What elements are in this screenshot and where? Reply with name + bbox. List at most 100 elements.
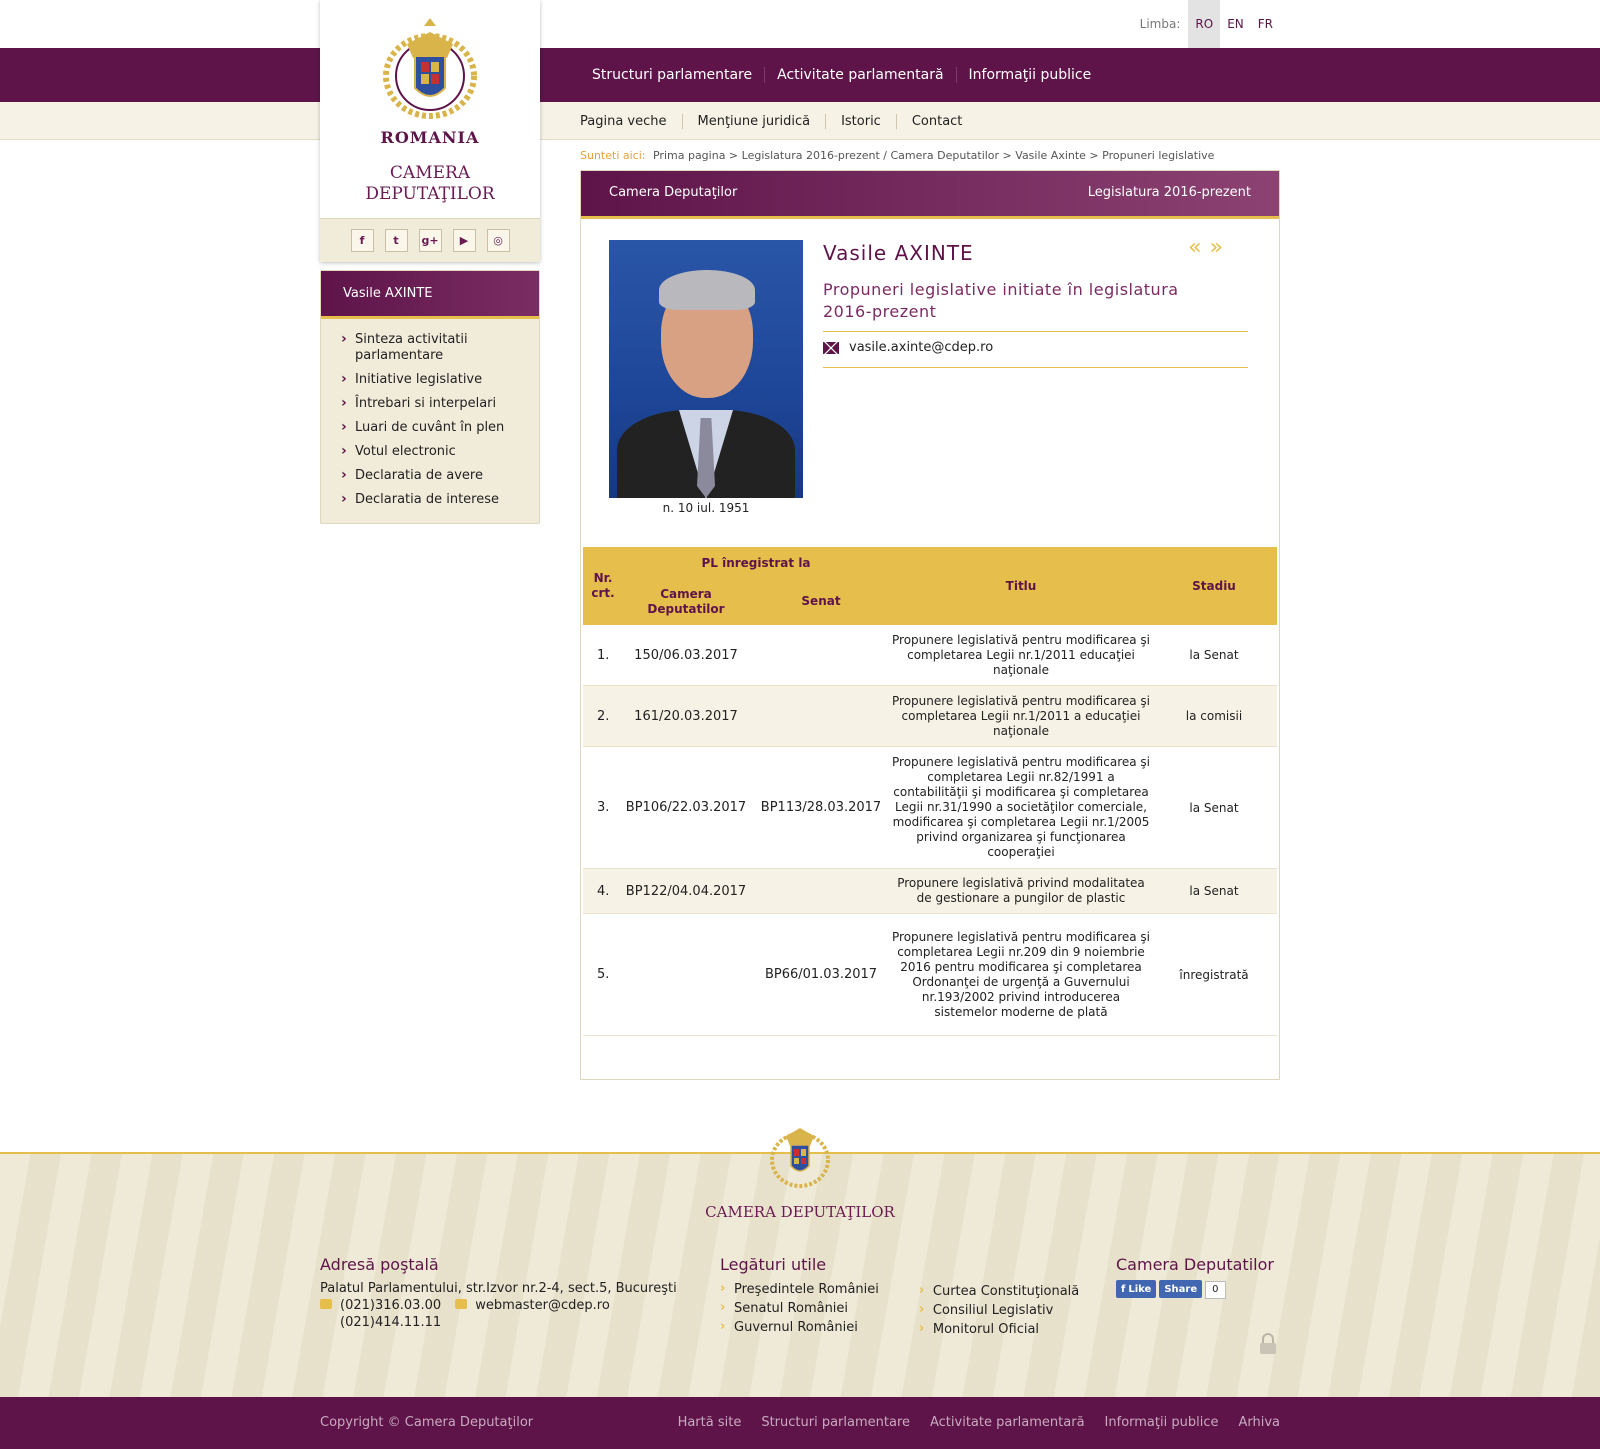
language-ro[interactable]: RO [1188, 0, 1221, 48]
cell-senat[interactable] [751, 686, 891, 746]
instagram-icon[interactable]: ◎ [486, 229, 510, 252]
footer-link-presedintele[interactable]: Preşedintele României [720, 1279, 879, 1299]
phone-icon [320, 1299, 332, 1309]
table-row: 2. 161/20.03.2017 Propunere legislativă … [583, 686, 1277, 747]
table-row: 3. BP106/22.03.2017 BP113/28.03.2017 Pro… [583, 747, 1277, 869]
cell-camera[interactable]: BP122/04.04.2017 [621, 869, 751, 913]
cell-nr: 4. [597, 883, 610, 899]
header-titlu: Titlu [1005, 579, 1037, 593]
birth-date: n. 10 iul. 1951 [662, 501, 750, 515]
divider [823, 367, 1248, 368]
deputy-photo [609, 240, 803, 498]
sidebar-item-declaratia-avere[interactable]: Declaratia de avere [341, 467, 519, 484]
language-bar: Limba: RO EN FR [0, 0, 1600, 48]
logo-box[interactable]: ROMANIA CAMERA DEPUTAŢILOR f t g+ ▶ ◎ [320, 0, 540, 262]
deputy-name: Vasile AXINTE [823, 241, 974, 265]
coat-of-arms-icon [383, 18, 477, 119]
cell-stadiu: la Senat [1189, 648, 1239, 662]
language-en[interactable]: EN [1220, 0, 1251, 48]
footer-social-title: Camera Deputatilor [1116, 1255, 1274, 1274]
facebook-like-count: 0 [1205, 1280, 1226, 1299]
cell-camera[interactable]: 150/06.03.2017 [621, 625, 751, 685]
cell-camera[interactable]: BP106/22.03.2017 [621, 747, 751, 868]
content-panel: Camera Deputaţilor Legislatura 2016-prez… [580, 170, 1280, 1080]
deputy-sidebar-menu: Vasile AXINTE Sinteza activitatii parlam… [320, 270, 540, 524]
footer-link-guvernul[interactable]: Guvernul României [720, 1317, 879, 1337]
footer-webmaster-email[interactable]: webmaster@cdep.ro [475, 1298, 610, 1313]
bottom-link-structuri[interactable]: Structuri parlamentare [761, 1415, 910, 1430]
twitter-icon[interactable]: t [384, 229, 408, 252]
nav-activitate-parlamentara[interactable]: Activitate parlamentară [764, 67, 955, 83]
youtube-icon[interactable]: ▶ [452, 229, 476, 252]
language-label: Limba: [1139, 17, 1181, 31]
subnav-contact[interactable]: Contact [895, 113, 978, 129]
email-address[interactable]: vasile.axinte@cdep.ro [849, 340, 993, 355]
footer-institution: CAMERA DEPUTAŢILOR [705, 1203, 895, 1221]
cell-senat[interactable]: BP113/28.03.2017 [751, 747, 891, 868]
sidebar-title: Vasile AXINTE [321, 271, 539, 319]
breadcrumb-label: Sunteti aici: [580, 149, 646, 162]
subnav-pagina-veche[interactable]: Pagina veche [580, 114, 682, 129]
header-nr: Nr. crt. [591, 571, 615, 600]
cell-senat[interactable] [751, 625, 891, 685]
lock-icon[interactable] [1259, 1333, 1277, 1355]
previous-arrow-icon[interactable]: « [1188, 235, 1209, 260]
sidebar-item-sinteza[interactable]: Sinteza activitatii parlamentare [341, 331, 519, 364]
bottom-link-arhiva[interactable]: Arhiva [1238, 1415, 1280, 1430]
panel-header: Camera Deputaţilor Legislatura 2016-prez… [581, 171, 1279, 219]
sidebar-item-initiative[interactable]: Initiative legislative [341, 371, 519, 388]
cell-titlu[interactable]: Propunere legislativă pentru modificarea… [891, 686, 1151, 746]
copyright: Copyright © Camera Deputaţilor [320, 1415, 534, 1430]
footer-useful-links: Legături utile Preşedintele României Sen… [720, 1255, 1079, 1339]
footer-coat-of-arms-icon [770, 1128, 830, 1188]
cell-titlu[interactable]: Propunere legislativă pentru modificarea… [891, 625, 1151, 685]
footer-link-senatul[interactable]: Senatul României [720, 1298, 879, 1318]
logo-institution-line2: DEPUTAŢILOR [365, 184, 495, 204]
subnav-mentiune-juridica[interactable]: Menţiune juridică [681, 113, 826, 129]
header-senat: Senat [801, 594, 841, 608]
facebook-icon[interactable]: f [350, 229, 374, 252]
cell-camera[interactable]: 161/20.03.2017 [621, 686, 751, 746]
cell-titlu[interactable]: Propunere legislativă pentru modificarea… [891, 747, 1151, 868]
facebook-icon: f [1121, 1283, 1126, 1295]
google-plus-icon[interactable]: g+ [418, 229, 442, 252]
language-fr[interactable]: FR [1251, 0, 1280, 48]
footer-links-title: Legături utile [720, 1255, 827, 1274]
table-row: 5. BP66/01.03.2017 Propunere legislativă… [583, 914, 1277, 1036]
header-pl-group: PL înregistrat la [701, 556, 811, 570]
sidebar-item-declaratia-interese[interactable]: Declaratia de interese [341, 491, 519, 508]
breadcrumb-path[interactable]: Prima pagina > Legislatura 2016-prezent … [653, 149, 1214, 162]
cell-senat[interactable] [751, 869, 891, 913]
cell-nr: 5. [597, 967, 610, 982]
cell-camera[interactable] [621, 914, 751, 1035]
panel-header-institution[interactable]: Camera Deputaţilor [609, 185, 737, 200]
bottom-link-harta-site[interactable]: Hartă site [678, 1415, 742, 1430]
cell-stadiu: la comisii [1185, 709, 1243, 723]
logo-institution-line1: CAMERA [389, 163, 471, 183]
email-link[interactable]: vasile.axinte@cdep.ro [823, 340, 993, 355]
facebook-share-button[interactable]: Share [1159, 1280, 1203, 1298]
footer-social: Camera Deputatilor f Like Share 0 [1116, 1255, 1274, 1299]
breadcrumb: Sunteti aici: Prima pagina > Legislatura… [580, 149, 1214, 162]
next-arrow-icon[interactable]: » [1210, 235, 1231, 260]
cell-stadiu: înregistrată [1179, 967, 1249, 982]
facebook-like-button[interactable]: f Like [1116, 1280, 1157, 1298]
header-stadiu: Stadiu [1192, 579, 1236, 593]
sidebar-item-vot-electronic[interactable]: Votul electronic [341, 443, 519, 460]
proposals-table: Nr. crt. PL înregistrat la Camera Deputa… [583, 547, 1277, 1036]
divider [823, 331, 1248, 332]
sidebar-item-luari-cuvant[interactable]: Luari de cuvânt în plen [341, 419, 519, 436]
panel-header-legislature[interactable]: Legislatura 2016-prezent [1088, 185, 1251, 200]
bottom-link-activitate[interactable]: Activitate parlamentară [930, 1415, 1085, 1430]
nav-informatii-publice[interactable]: Informaţii publice [955, 67, 1104, 83]
footer-link-consiliul-legislativ[interactable]: Consiliul Legislativ [919, 1300, 1079, 1320]
cell-titlu[interactable]: Propunere legislativă privind modalitate… [891, 869, 1151, 913]
sidebar-item-intrebari[interactable]: Întrebari si interpelari [341, 395, 519, 412]
nav-structuri-parlamentare[interactable]: Structuri parlamentare [592, 67, 764, 83]
footer-link-monitorul-oficial[interactable]: Monitorul Oficial [919, 1319, 1079, 1339]
cell-senat[interactable]: BP66/01.03.2017 [751, 914, 891, 1035]
cell-titlu[interactable]: Propunere legislativă pentru modificarea… [891, 914, 1151, 1035]
subnav-istoric[interactable]: Istoric [825, 113, 896, 129]
bottom-link-informatii[interactable]: Informaţii publice [1105, 1415, 1219, 1430]
footer-link-curtea-constitutionala[interactable]: Curtea Constituţională [919, 1281, 1079, 1301]
